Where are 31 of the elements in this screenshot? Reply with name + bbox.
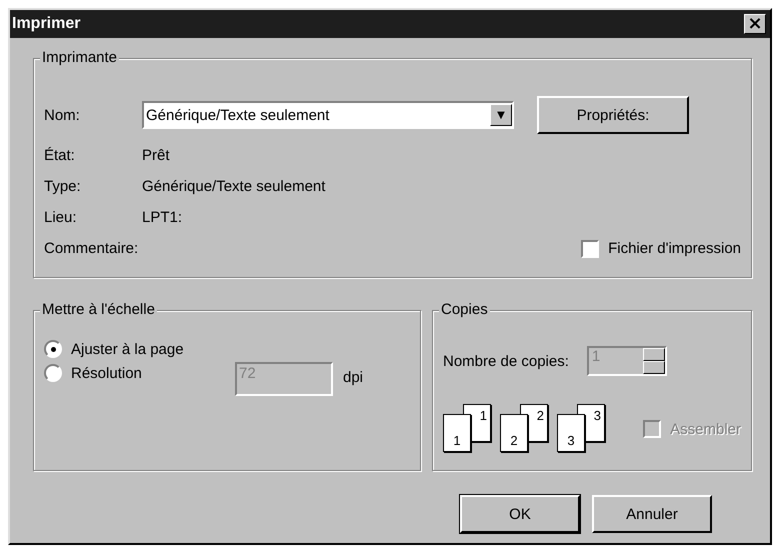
radio-button[interactable] <box>44 340 62 358</box>
group-label: Copies <box>439 301 490 318</box>
info-value: LPT1: <box>142 209 182 226</box>
info-label: Type: <box>44 178 82 195</box>
radio-label: Résolution <box>71 364 143 382</box>
window-title: Imprimer <box>12 15 80 33</box>
info-label: État: <box>44 147 76 164</box>
checkbox-label: Fichier d'impression <box>608 240 741 257</box>
page-icon: 3 <box>557 414 585 452</box>
group-label: Imprimante <box>40 49 120 66</box>
close-button[interactable]: × <box>744 14 766 34</box>
ok-button[interactable]: OK <box>460 495 580 533</box>
dropdown-value: Générique/Texte seulement <box>146 106 330 124</box>
info-label: Lieu: <box>44 209 78 226</box>
page-icon: 2 <box>500 414 528 452</box>
info-label: Commentaire: <box>44 240 140 257</box>
field-label: Nom: <box>44 106 81 124</box>
page-icon: 1 <box>443 414 471 452</box>
info-value: Générique/Texte seulement <box>142 178 326 195</box>
dropdown-arrow-button[interactable]: ▼ <box>490 104 512 126</box>
checkbox[interactable] <box>581 240 600 258</box>
radio-button[interactable] <box>44 364 62 382</box>
info-value: Prêt <box>142 147 170 164</box>
field-label: Nombre de copies: <box>443 352 569 370</box>
spinner-value: 1 <box>592 348 600 367</box>
radio-label: Ajuster à la page <box>71 340 184 358</box>
unit-label: dpi <box>343 368 364 386</box>
properties-button[interactable]: Propriétés: <box>537 96 689 134</box>
cancel-button[interactable]: Annuler <box>592 495 712 533</box>
printer-dropdown[interactable]: Générique/Texte seulement ▼ <box>142 101 514 129</box>
checkbox-label: Assembler <box>670 420 741 438</box>
